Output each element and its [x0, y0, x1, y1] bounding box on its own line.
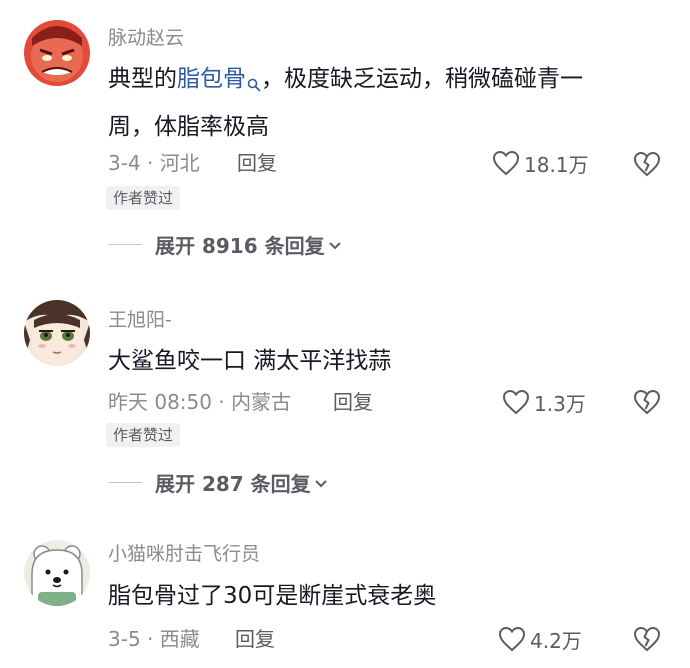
heart-icon [492, 150, 520, 176]
heart-icon [498, 626, 526, 652]
dislike-button[interactable] [632, 388, 662, 418]
username[interactable]: 小猫咪肘击飞行员 [108, 542, 260, 566]
author-liked-badge: 作者赞过 [106, 186, 181, 210]
like-button[interactable]: 4.2万 [498, 624, 582, 654]
avatar[interactable] [24, 300, 90, 366]
username[interactable]: 脉动赵云 [108, 26, 184, 50]
divider-line [108, 482, 142, 483]
chevron-down-icon [314, 479, 327, 487]
comment-item: 脉动赵云 典型的脂包骨 ，极度缺乏运动，稍微磕碰青一 周，体脂率极高 3-4 · … [0, 0, 690, 268]
divider-line [108, 244, 142, 245]
comment-text: 脂包骨过了30可是断崖式衰老奥 [108, 583, 437, 609]
comment-meta: 昨天 08:50 · 内蒙古 [108, 390, 292, 414]
broken-heart-icon [633, 389, 661, 415]
comment-text: 典型的脂包骨 ，极度缺乏运动，稍微磕碰青一 周，体脂率极高 [108, 58, 668, 148]
comment-text: 大鲨鱼咬一口 满太平洋找蒜 [108, 348, 392, 374]
chevron-down-icon [328, 241, 341, 249]
anime-girl-avatar-icon [24, 300, 90, 366]
expand-replies-label: 展开 287 条回复 [155, 472, 311, 496]
search-icon[interactable] [247, 64, 261, 106]
comment-meta: 3-5 · 西藏 [108, 627, 200, 651]
dislike-button[interactable] [632, 625, 662, 655]
comment-item: 王旭阳- 大鲨鱼咬一口 满太平洋找蒜 昨天 08:50 · 内蒙古 回复 1.3… [0, 268, 690, 520]
like-button[interactable]: 18.1万 [492, 148, 589, 178]
reply-button[interactable]: 回复 [235, 626, 275, 652]
dislike-button[interactable] [632, 150, 662, 180]
expand-replies-button[interactable]: 展开 287 条回复 [108, 468, 328, 497]
broken-heart-icon [633, 626, 661, 652]
like-button[interactable]: 1.3万 [502, 387, 586, 417]
comment-text-part: ，极度缺乏运动，稍微磕碰青一 [261, 66, 583, 92]
like-count: 1.3万 [534, 391, 586, 416]
reply-button[interactable]: 回复 [333, 389, 373, 415]
expand-replies-label: 展开 8916 条回复 [155, 234, 325, 258]
like-count: 4.2万 [530, 628, 582, 653]
like-count: 18.1万 [524, 152, 589, 177]
avatar[interactable] [24, 20, 90, 86]
comment-item: 小猫咪肘击飞行员 脂包骨过了30可是断崖式衰老奥 3-5 · 西藏 回复 4.2… [0, 520, 690, 668]
expand-replies-button[interactable]: 展开 8916 条回复 [108, 230, 342, 259]
comment-text-part: 周，体脂率极高 [108, 114, 269, 140]
reply-button[interactable]: 回复 [237, 150, 277, 176]
author-liked-badge: 作者赞过 [106, 423, 181, 447]
search-link[interactable]: 脂包骨 [177, 66, 246, 92]
red-angry-face-avatar-icon [24, 20, 90, 86]
broken-heart-icon [633, 151, 661, 177]
username[interactable]: 王旭阳- [108, 308, 172, 332]
comment-text-part: 典型的 [108, 66, 177, 92]
avatar[interactable] [24, 540, 90, 606]
white-bear-avatar-icon [24, 540, 90, 606]
comment-meta: 3-4 · 河北 [108, 151, 200, 175]
heart-icon [502, 389, 530, 415]
